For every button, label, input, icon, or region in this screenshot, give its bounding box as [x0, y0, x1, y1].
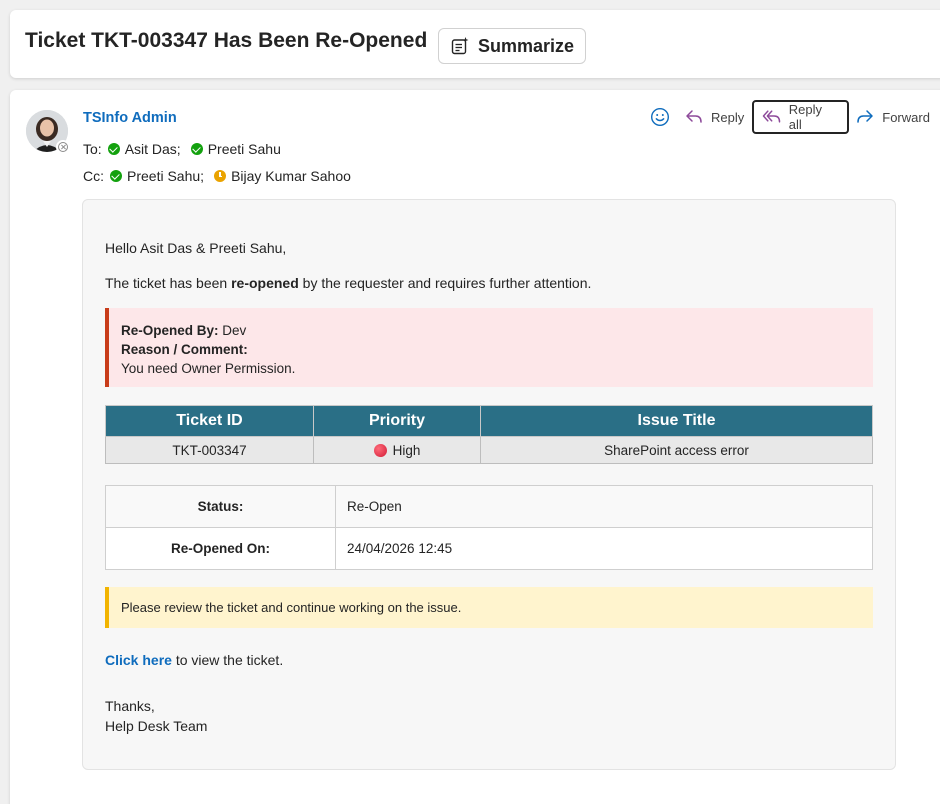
reopen-alert: Re-Opened By: Dev Reason / Comment: You …: [105, 308, 873, 387]
email-subject: Ticket TKT-003347 Has Been Re-Opened: [25, 29, 428, 52]
intro-post: by the requester and requires further at…: [298, 275, 592, 291]
issue-title-cell: SharePoint access error: [480, 436, 873, 464]
reopened-on-value: 24/04/2026 12:45: [335, 527, 873, 570]
review-notice: Please review the ticket and continue wo…: [105, 587, 873, 628]
forward-icon: [857, 110, 873, 123]
sender-avatar[interactable]: [26, 110, 70, 154]
reply-all-icon: [762, 110, 781, 123]
table-row: Status: Re-Open: [105, 485, 873, 528]
summarize-button[interactable]: Summarize: [438, 28, 586, 64]
recipient[interactable]: Preeti Sahu: [208, 141, 281, 157]
status-table: Status: Re-Open Re-Opened On: 24/04/2026…: [105, 485, 873, 570]
view-ticket-suffix: to view the ticket.: [171, 652, 284, 668]
ticket-table: Ticket ID Priority Issue Title TKT-00334…: [105, 405, 873, 464]
view-ticket-link[interactable]: Click here: [105, 652, 172, 668]
status-value: Re-Open: [335, 485, 873, 528]
column-header: Ticket ID: [105, 405, 314, 437]
copilot-summarize-icon: [451, 37, 469, 55]
recipient[interactable]: Asit Das;: [125, 141, 181, 157]
reply-all-button[interactable]: Reply all: [752, 100, 850, 134]
table-row: Re-Opened On: 24/04/2026 12:45: [105, 527, 873, 570]
reason-label: Reason / Comment:: [121, 342, 248, 357]
intro-pre: The ticket has been: [105, 275, 232, 291]
priority-cell: High: [313, 436, 481, 464]
greeting: Hello Asit Das & Preeti Sahu,: [105, 240, 287, 256]
forward-label: Forward: [882, 109, 930, 125]
cc-label: Cc:: [83, 168, 104, 184]
reason-value: You need Owner Permission.: [121, 361, 296, 376]
reply-all-label: Reply all: [788, 102, 822, 132]
presence-offline-icon: [56, 140, 70, 154]
priority-value: High: [392, 442, 421, 458]
presence-available-icon: [107, 143, 120, 155]
summarize-label: Summarize: [478, 35, 575, 56]
presence-available-icon: [110, 170, 122, 182]
status-label: Status:: [105, 485, 336, 528]
message-card: TSInfo Admin To: Asit Das; Preeti Sahu C…: [10, 90, 940, 804]
presence-away-icon: [214, 170, 227, 182]
to-label: To:: [83, 141, 102, 157]
reopened-by-value: Dev: [218, 323, 247, 338]
emoji-react-icon[interactable]: [650, 107, 670, 127]
view-ticket-line: Click here to view the ticket.: [105, 652, 283, 668]
intro-bold: re-opened: [231, 275, 299, 291]
recipient[interactable]: Preeti Sahu;: [127, 168, 204, 184]
forward-button[interactable]: Forward: [855, 100, 930, 134]
table-header-row: Ticket ID Priority Issue Title: [105, 405, 873, 437]
intro-text: The ticket has been re-opened by the req…: [105, 275, 591, 291]
ticket-id-cell: TKT-003347: [105, 436, 314, 464]
sender-name[interactable]: TSInfo Admin: [83, 110, 177, 126]
reply-label: Reply: [711, 109, 745, 125]
message-actions: Reply Reply all Forward: [650, 100, 930, 134]
recipient[interactable]: Bijay Kumar Sahoo: [231, 168, 351, 184]
email-body: Hello Asit Das & Preeti Sahu, The ticket…: [82, 199, 896, 770]
signature-thanks: Thanks,: [105, 698, 155, 714]
signature: Thanks, Help Desk Team: [105, 696, 207, 736]
presence-available-icon: [190, 143, 203, 155]
reply-button[interactable]: Reply: [684, 100, 744, 134]
subject-bar: Ticket TKT-003347 Has Been Re-Opened Sum…: [10, 10, 940, 78]
reopened-on-label: Re-Opened On:: [105, 527, 336, 570]
column-header: Priority: [313, 405, 481, 437]
column-header: Issue Title: [480, 405, 873, 437]
table-row: TKT-003347 High SharePoint access error: [105, 436, 873, 464]
cc-recipients: Cc: Preeti Sahu; Bijay Kumar Sahoo: [83, 168, 361, 184]
priority-high-icon: [373, 443, 387, 457]
signature-team: Help Desk Team: [105, 718, 208, 734]
reply-icon: [686, 110, 702, 123]
reopened-by-label: Re-Opened By:: [121, 323, 219, 338]
to-recipients: To: Asit Das; Preeti Sahu: [83, 141, 291, 157]
